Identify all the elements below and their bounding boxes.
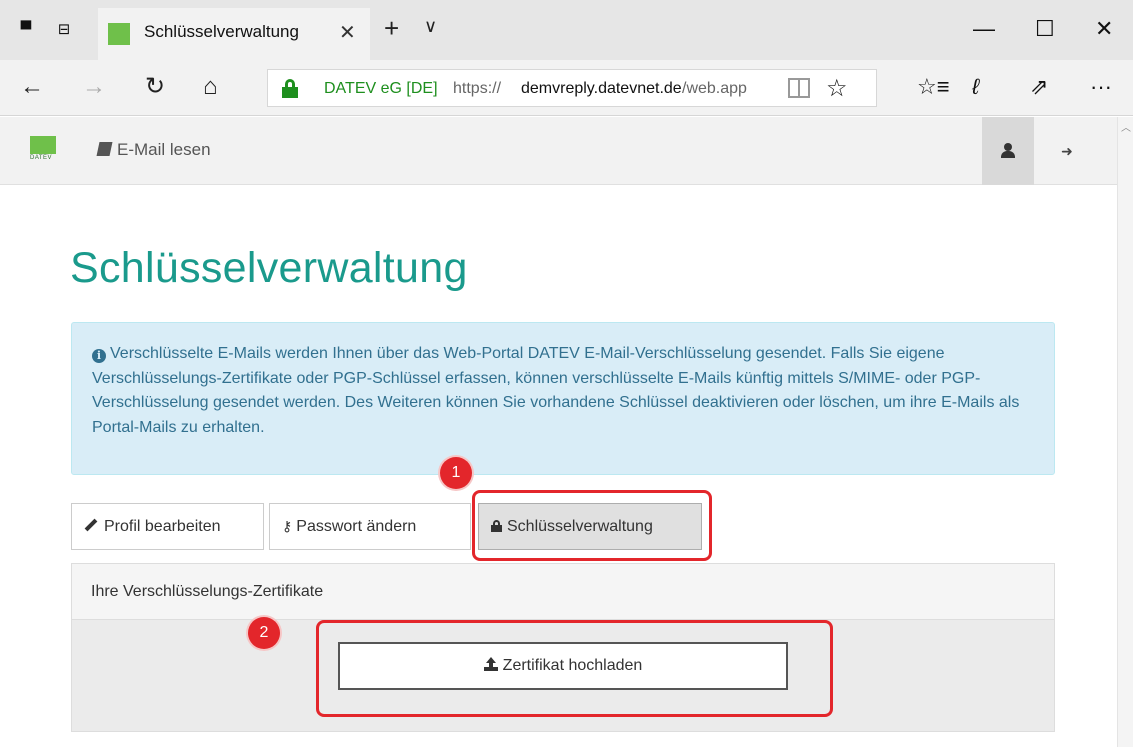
vertical-scrollbar[interactable]: ︿ <box>1117 117 1133 747</box>
highlight-box-2 <box>316 620 833 717</box>
maximize-button[interactable]: ☐ <box>1035 16 1055 42</box>
user-icon <box>1004 143 1012 151</box>
forward-button[interactable]: → <box>82 74 106 100</box>
datev-favicon-icon <box>108 23 130 45</box>
info-alert: i Verschlüsselte E-Mails werden Ihnen übe… <box>71 322 1055 475</box>
url-path: /web.app <box>682 80 747 97</box>
url-field[interactable]: DATEV eG [DE] https:// demvreply.datevne… <box>267 69 877 107</box>
tab-list-button[interactable]: ∨ <box>424 16 437 37</box>
tab-label: Passwort ändern <box>296 518 417 535</box>
scroll-up-icon[interactable]: ︿ <box>1121 119 1131 134</box>
browser-titlebar: ▀ ⊟ Schlüsselverwaltung ✕ + ∨ — ☐ ✕ <box>0 0 1133 60</box>
favorite-star-icon[interactable]: ☆ <box>826 74 848 103</box>
tab-label: Profil bearbeiten <box>104 518 221 535</box>
secure-lock-icon <box>282 79 298 98</box>
tab-passwort-aendern[interactable]: ⚷ Passwort ändern <box>269 503 471 550</box>
url-scheme: https:// <box>453 80 502 97</box>
more-menu-icon[interactable]: ··· <box>1090 74 1112 100</box>
tab-close-icon[interactable]: ✕ <box>339 20 356 45</box>
share-icon[interactable]: ⇗ <box>1030 74 1048 100</box>
close-window-button[interactable]: ✕ <box>1095 16 1113 42</box>
window-menu-icon[interactable]: ▀ <box>16 20 36 40</box>
datev-logo-text: DATEV <box>30 155 53 161</box>
tab-profil-bearbeiten[interactable]: Profil bearbeiten <box>71 503 264 550</box>
info-circle-icon: i <box>92 349 106 363</box>
refresh-button[interactable]: ↻ <box>145 74 165 100</box>
minimize-button[interactable]: — <box>973 16 995 42</box>
home-button[interactable]: ⌂ <box>203 74 218 100</box>
logout-icon[interactable]: ➜ <box>1052 139 1082 163</box>
panel-heading: Ihre Verschlüsselungs-Zertifikate <box>72 564 1054 620</box>
browser-addressbar: ← → ↻ ⌂ DATEV eG [DE] https:// demvreply… <box>0 60 1133 116</box>
book-icon <box>96 142 113 156</box>
key-icon: ⚷ <box>282 518 293 534</box>
user-profile-button[interactable] <box>982 117 1034 185</box>
tab-preview-icon[interactable]: ⊟ <box>54 20 74 40</box>
reading-view-icon[interactable] <box>788 78 810 98</box>
highlight-box-1 <box>472 490 712 561</box>
info-text: Verschlüsselte E-Mails werden Ihnen über… <box>92 345 1020 436</box>
tab-title: Schlüsselverwaltung <box>144 22 299 41</box>
step-marker-2: 2 <box>248 617 280 649</box>
app-navbar: DATEV E-Mail lesen ➜ <box>0 117 1117 185</box>
step-marker-1: 1 <box>440 457 472 489</box>
read-mail-label: E-Mail lesen <box>117 140 211 159</box>
pencil-icon <box>84 518 98 532</box>
datev-logo[interactable]: DATEV <box>30 136 56 162</box>
favorites-hub-icon[interactable]: ☆≡ <box>917 74 950 100</box>
browser-tab[interactable]: Schlüsselverwaltung ✕ <box>98 8 370 60</box>
back-button[interactable]: ← <box>20 74 44 100</box>
page-title: Schlüsselverwaltung <box>70 244 468 292</box>
url-host: demvreply.datevnet.de <box>521 80 682 97</box>
read-mail-link[interactable]: E-Mail lesen <box>96 140 211 160</box>
web-notes-icon[interactable]: ℓ <box>972 74 979 100</box>
url-organization: DATEV eG [DE] <box>324 80 438 97</box>
new-tab-button[interactable]: + <box>384 14 399 42</box>
info-text-block: i Verschlüsselte E-Mails werden Ihnen übe… <box>92 342 1034 440</box>
